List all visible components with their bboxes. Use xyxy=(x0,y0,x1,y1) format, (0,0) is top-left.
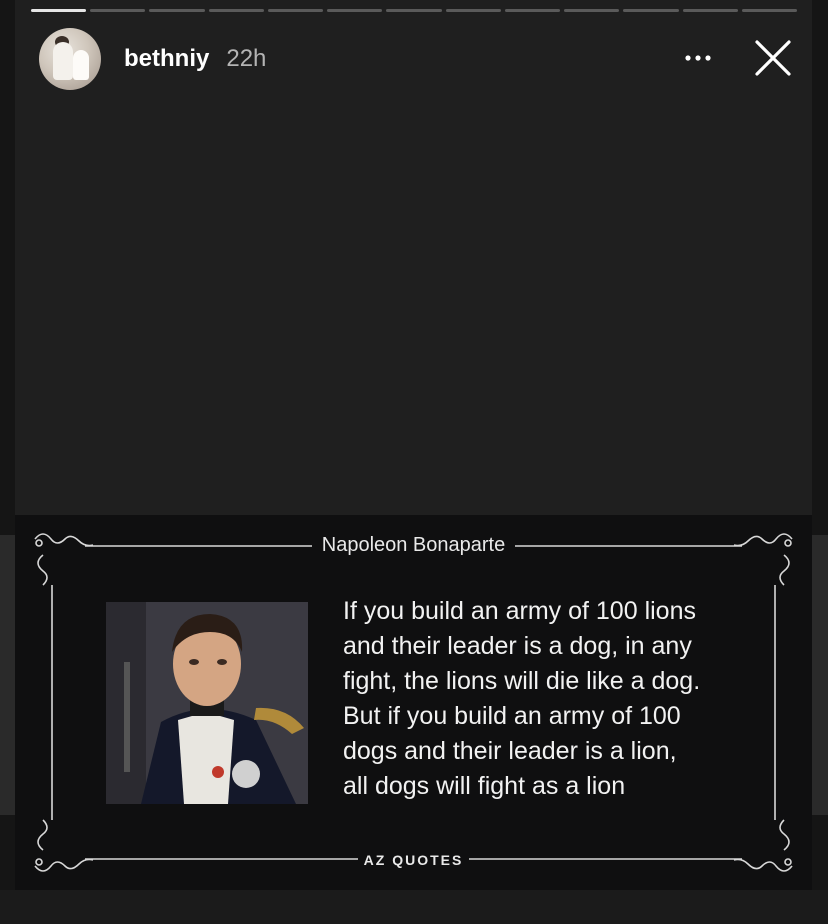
story-viewer[interactable]: bethniy 22h Napoleon Bonaparte If you bu… xyxy=(15,0,812,890)
progress-segment xyxy=(623,9,679,12)
progress-segment xyxy=(90,9,146,12)
progress-segment xyxy=(564,9,620,12)
progress-segment xyxy=(445,9,501,12)
brand-logo: AZ QUOTES xyxy=(15,852,812,868)
quote-line: all dogs will fight as a lion xyxy=(343,772,626,800)
quote-line: But if you build an army of 100 xyxy=(343,702,681,730)
avatar[interactable] xyxy=(39,28,101,90)
progress-segment xyxy=(741,9,798,12)
quote-line: If you build an army of 100 lions xyxy=(343,597,696,625)
background-blur-left xyxy=(0,535,15,815)
quote-line: fight, the lions will die like a dog. xyxy=(343,667,701,695)
background-blur-bottom xyxy=(0,890,828,924)
portrait-image xyxy=(106,602,308,804)
more-horizontal-icon[interactable] xyxy=(683,48,713,68)
progress-segment xyxy=(31,9,87,12)
progress-segment xyxy=(208,9,264,12)
quote-line: dogs and their leader is a lion, xyxy=(343,737,677,765)
quote-text: If you build an army of 100 lions and the… xyxy=(343,594,753,804)
background-blur-right xyxy=(812,535,828,815)
progress-segment xyxy=(682,9,738,12)
story-progress-bar xyxy=(31,9,798,12)
quote-card: Napoleon Bonaparte If you build an army … xyxy=(15,515,812,890)
progress-segment xyxy=(149,9,205,12)
post-time: 22h xyxy=(226,45,267,72)
close-icon[interactable] xyxy=(755,40,791,76)
quote-author: Napoleon Bonaparte xyxy=(15,534,812,557)
story-header: bethniy 22h xyxy=(39,28,799,90)
avatar-figure xyxy=(73,50,89,80)
progress-segment xyxy=(504,9,561,12)
username[interactable]: bethniy xyxy=(124,45,209,73)
progress-segment xyxy=(267,9,324,12)
brand-logo-text: AZ QUOTES xyxy=(357,852,470,868)
progress-segment xyxy=(386,9,442,12)
quote-line: and their leader is a dog, in any xyxy=(343,632,692,660)
avatar-figure xyxy=(53,42,73,80)
quote-author-text: Napoleon Bonaparte xyxy=(311,534,516,556)
progress-segment xyxy=(327,9,383,12)
